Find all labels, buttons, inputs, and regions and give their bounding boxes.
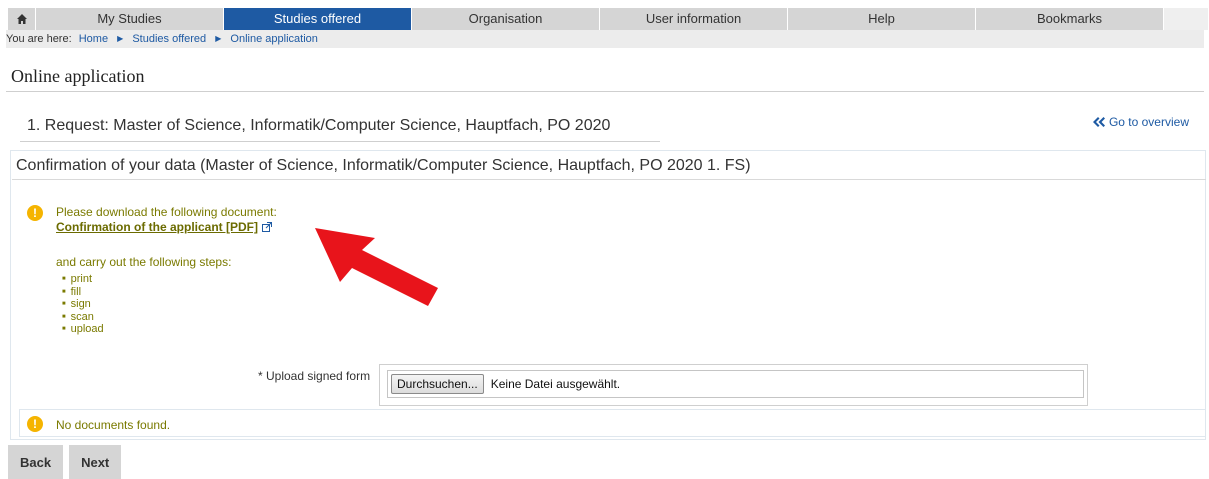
documents-message-box (19, 409, 1206, 437)
list-item: sign (62, 298, 104, 311)
divider (6, 91, 1204, 92)
info-icon: ! (27, 205, 43, 221)
go-to-overview-label: Go to overview (1108, 115, 1189, 129)
next-button[interactable]: Next (69, 445, 122, 479)
back-button[interactable]: Back (8, 445, 64, 479)
home-icon (16, 14, 27, 24)
pdf-link-label: Confirmation of the applicant [PDF] (56, 220, 258, 234)
nav-filler (1164, 8, 1208, 30)
breadcrumb-home[interactable]: Home (79, 33, 108, 45)
annotation-arrow-icon (315, 228, 438, 306)
top-navigation: My Studies Studies offered Organisation … (8, 8, 1208, 30)
request-title: 1. Request: Master of Science, Informati… (27, 117, 611, 134)
divider (12, 179, 1206, 180)
steps-intro: and carry out the following steps: (56, 255, 232, 269)
tab-bookmarks[interactable]: Bookmarks (976, 8, 1164, 30)
file-input[interactable]: Durchsuchen... Keine Datei ausgewählt. (387, 370, 1084, 398)
footer-bar: Back Next (8, 445, 122, 479)
go-to-overview-link[interactable]: Go to overview (1092, 115, 1189, 129)
breadcrumb-separator-icon: ▶ (117, 34, 124, 43)
confirmation-title: Confirmation of your data (Master of Sci… (16, 157, 751, 174)
tab-organisation[interactable]: Organisation (412, 8, 600, 30)
list-item: fill (62, 286, 104, 299)
breadcrumb-separator-icon: ▶ (215, 34, 222, 43)
list-item: upload (62, 323, 104, 336)
tab-my-studies[interactable]: My Studies (36, 8, 224, 30)
list-item: print (62, 273, 104, 286)
file-status: Keine Datei ausgewählt. (490, 377, 621, 391)
no-documents-message: No documents found. (56, 418, 171, 432)
breadcrumb-prefix: You are here: (6, 33, 72, 45)
info-icon: ! (27, 416, 43, 432)
double-chevron-left-icon (1092, 117, 1105, 127)
confirmation-pdf-link[interactable]: Confirmation of the applicant [PDF] (56, 220, 272, 234)
tab-user-information[interactable]: User information (600, 8, 788, 30)
tab-studies-offered[interactable]: Studies offered (224, 8, 412, 30)
breadcrumb: You are here: Home ▶ Studies offered ▶ O… (6, 30, 1204, 48)
upload-label: * Upload signed form (258, 369, 371, 383)
steps-list: print fill sign scan upload (62, 273, 104, 336)
download-instruction: Please download the following document: (56, 205, 277, 219)
page-title: Online application (11, 66, 145, 86)
list-item: scan (62, 311, 104, 324)
home-button[interactable] (8, 8, 36, 30)
external-link-icon (262, 222, 272, 232)
breadcrumb-online-application[interactable]: Online application (230, 33, 317, 45)
tab-help[interactable]: Help (788, 8, 976, 30)
breadcrumb-studies-offered[interactable]: Studies offered (132, 33, 206, 45)
divider (20, 141, 660, 142)
browse-button[interactable]: Durchsuchen... (391, 374, 484, 394)
